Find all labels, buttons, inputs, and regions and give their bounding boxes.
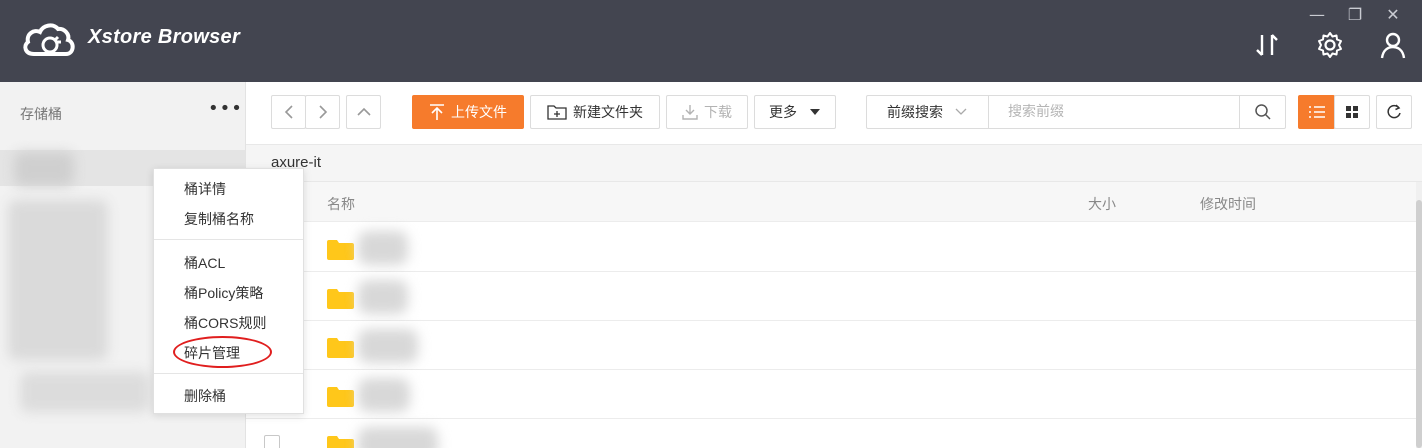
menu-item-bucket-acl[interactable]: 桶ACL [184, 253, 225, 273]
back-button[interactable] [271, 95, 306, 129]
table-row[interactable] [246, 223, 1416, 272]
redacted-bucket-list [8, 200, 108, 360]
menu-item-bucket-details[interactable]: 桶详情 [184, 179, 226, 199]
search-button[interactable] [1239, 96, 1285, 128]
upload-icon [430, 104, 444, 120]
row-checkbox[interactable] [264, 435, 280, 448]
minimize-button[interactable]: — [1306, 4, 1328, 26]
refresh-icon [1387, 104, 1401, 119]
chevron-right-icon [318, 105, 327, 119]
toolbar: 上传文件 新建文件夹 下载 更多 前缀搜索 [246, 82, 1422, 144]
menu-item-bucket-policy[interactable]: 桶Policy策略 [184, 283, 263, 303]
scrollbar-thumb[interactable] [1416, 200, 1422, 448]
bucket-context-menu: 桶详情 复制桶名称 桶ACL 桶Policy策略 桶CORS规则 碎片管理 删除… [153, 168, 304, 414]
more-label: 更多 [769, 105, 797, 121]
menu-divider [154, 373, 303, 374]
grid-view-button[interactable] [1334, 95, 1370, 129]
redacted-folder-name [358, 329, 418, 363]
new-folder-label: 新建文件夹 [573, 105, 643, 121]
breadcrumb: axure-it [246, 144, 1422, 182]
redacted-folder-name [358, 280, 408, 314]
sidebar-title: 存储桶 [20, 107, 62, 123]
redacted-folder-name [358, 231, 408, 265]
file-table: 名称 大小 修改时间 [246, 182, 1416, 448]
menu-item-bucket-cors[interactable]: 桶CORS规则 [184, 313, 266, 333]
cloud-logo-icon [23, 23, 75, 56]
refresh-button[interactable] [1376, 95, 1412, 129]
title-bar: Xstore Browser — ❐ ✕ [0, 0, 1422, 82]
forward-button[interactable] [305, 95, 340, 129]
chevron-down-icon [955, 108, 967, 115]
list-view-icon [1308, 106, 1325, 118]
menu-divider [154, 239, 303, 240]
caret-down-icon [810, 109, 820, 115]
table-row[interactable] [246, 419, 1416, 448]
folder-icon [327, 240, 354, 260]
app-title: Xstore Browser [88, 26, 241, 48]
search-input[interactable] [990, 96, 1240, 128]
transfer-icon[interactable] [1252, 30, 1282, 60]
chevron-up-icon [356, 107, 371, 116]
search-type-select[interactable]: 前缀搜索 [867, 96, 989, 128]
list-view-button[interactable] [1298, 95, 1335, 129]
download-label: 下载 [704, 105, 732, 121]
up-directory-button[interactable] [346, 95, 381, 129]
column-size[interactable]: 大小 [1088, 194, 1116, 214]
more-options-icon[interactable]: ••• [208, 98, 243, 119]
redacted-folder-name [358, 378, 410, 412]
upload-label: 上传文件 [451, 105, 507, 121]
redacted-bucket-list [20, 372, 150, 412]
new-folder-button[interactable]: 新建文件夹 [530, 95, 660, 129]
search-icon [1254, 104, 1271, 120]
table-row[interactable] [246, 272, 1416, 321]
menu-item-copy-bucket-name[interactable]: 复制桶名称 [184, 209, 254, 229]
folder-icon [327, 338, 354, 358]
column-modified[interactable]: 修改时间 [1200, 194, 1256, 214]
gear-icon[interactable] [1315, 30, 1345, 60]
upload-file-button[interactable]: 上传文件 [412, 95, 524, 129]
column-name[interactable]: 名称 [327, 194, 355, 214]
redacted-bucket-name [14, 152, 74, 186]
folder-icon [327, 436, 354, 448]
table-header: 名称 大小 修改时间 [246, 182, 1416, 222]
more-dropdown[interactable]: 更多 [754, 95, 836, 129]
new-folder-icon [547, 105, 567, 120]
grid-view-icon [1346, 106, 1358, 118]
folder-icon [327, 387, 354, 407]
user-icon[interactable] [1378, 30, 1408, 60]
folder-icon [327, 289, 354, 309]
redacted-folder-name [358, 427, 438, 448]
search-type-value: 前缀搜索 [887, 105, 943, 121]
download-icon [682, 105, 698, 120]
table-row[interactable] [246, 370, 1416, 419]
close-button[interactable]: ✕ [1382, 4, 1404, 26]
download-button[interactable]: 下载 [666, 95, 748, 129]
table-row[interactable] [246, 321, 1416, 370]
highlight-annotation-circle [173, 336, 272, 368]
restore-button[interactable]: ❐ [1344, 4, 1366, 26]
search-box: 前缀搜索 [866, 95, 1286, 129]
chevron-left-icon [284, 105, 293, 119]
menu-item-delete-bucket[interactable]: 删除桶 [184, 386, 226, 406]
